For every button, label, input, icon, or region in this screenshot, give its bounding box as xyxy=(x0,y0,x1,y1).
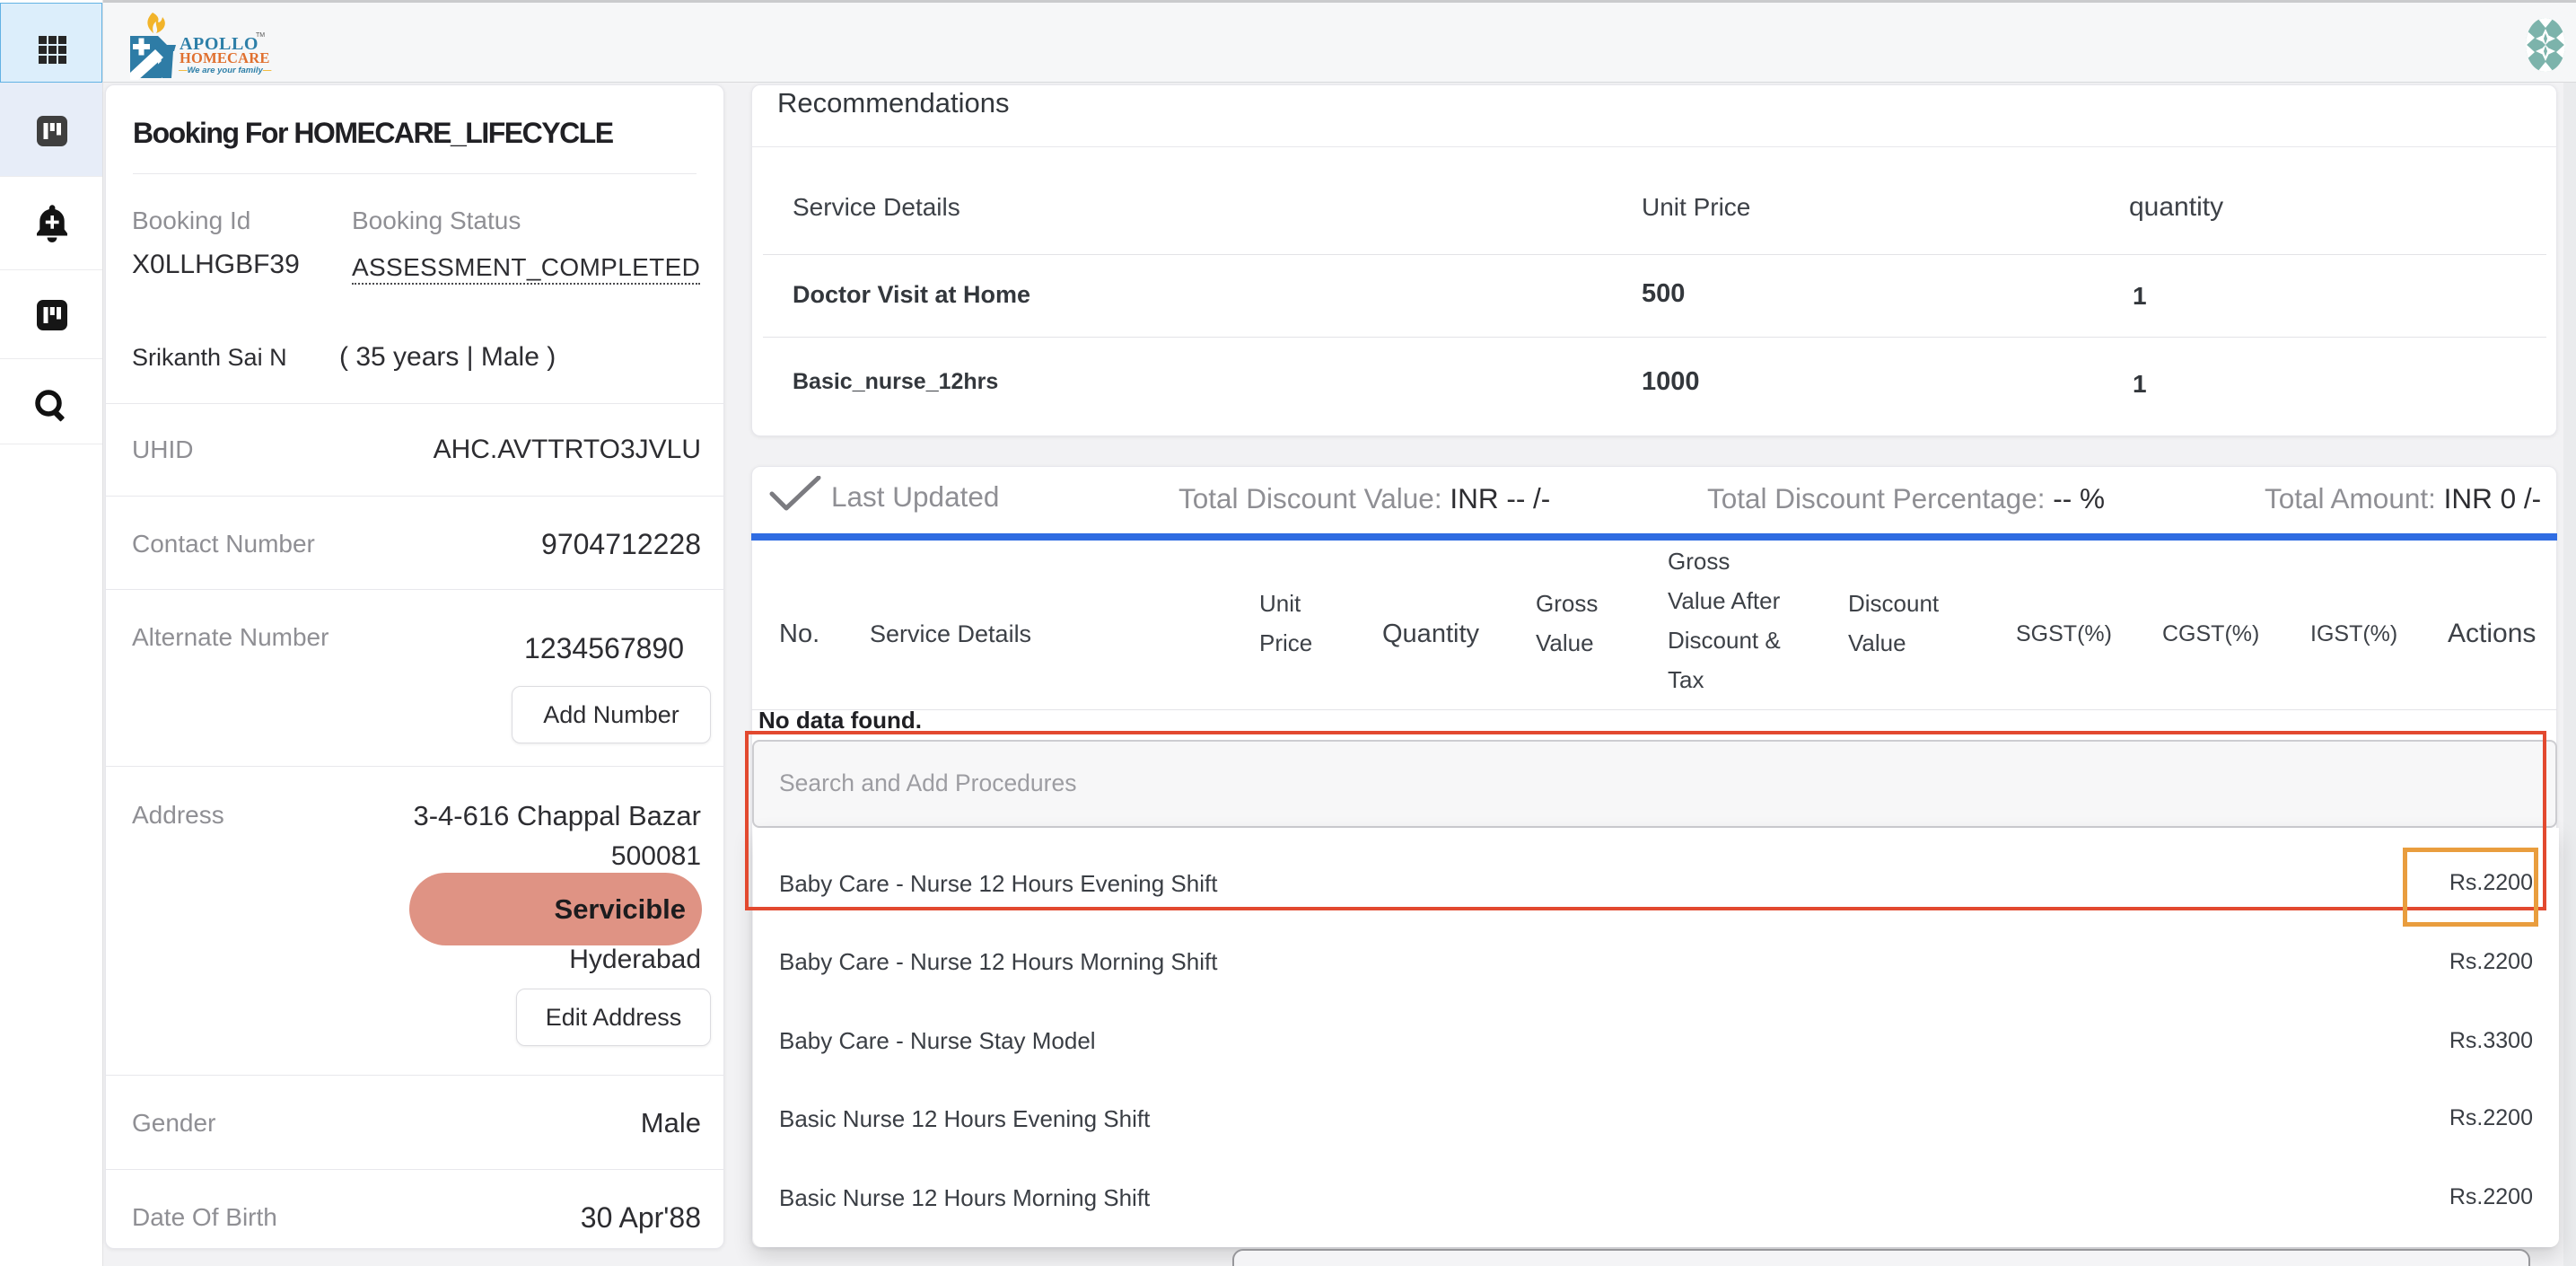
svg-text:HOMECARE: HOMECARE xyxy=(180,49,270,66)
svg-text:TM: TM xyxy=(256,32,265,39)
svg-text:—We are your family—: —We are your family— xyxy=(178,66,272,75)
